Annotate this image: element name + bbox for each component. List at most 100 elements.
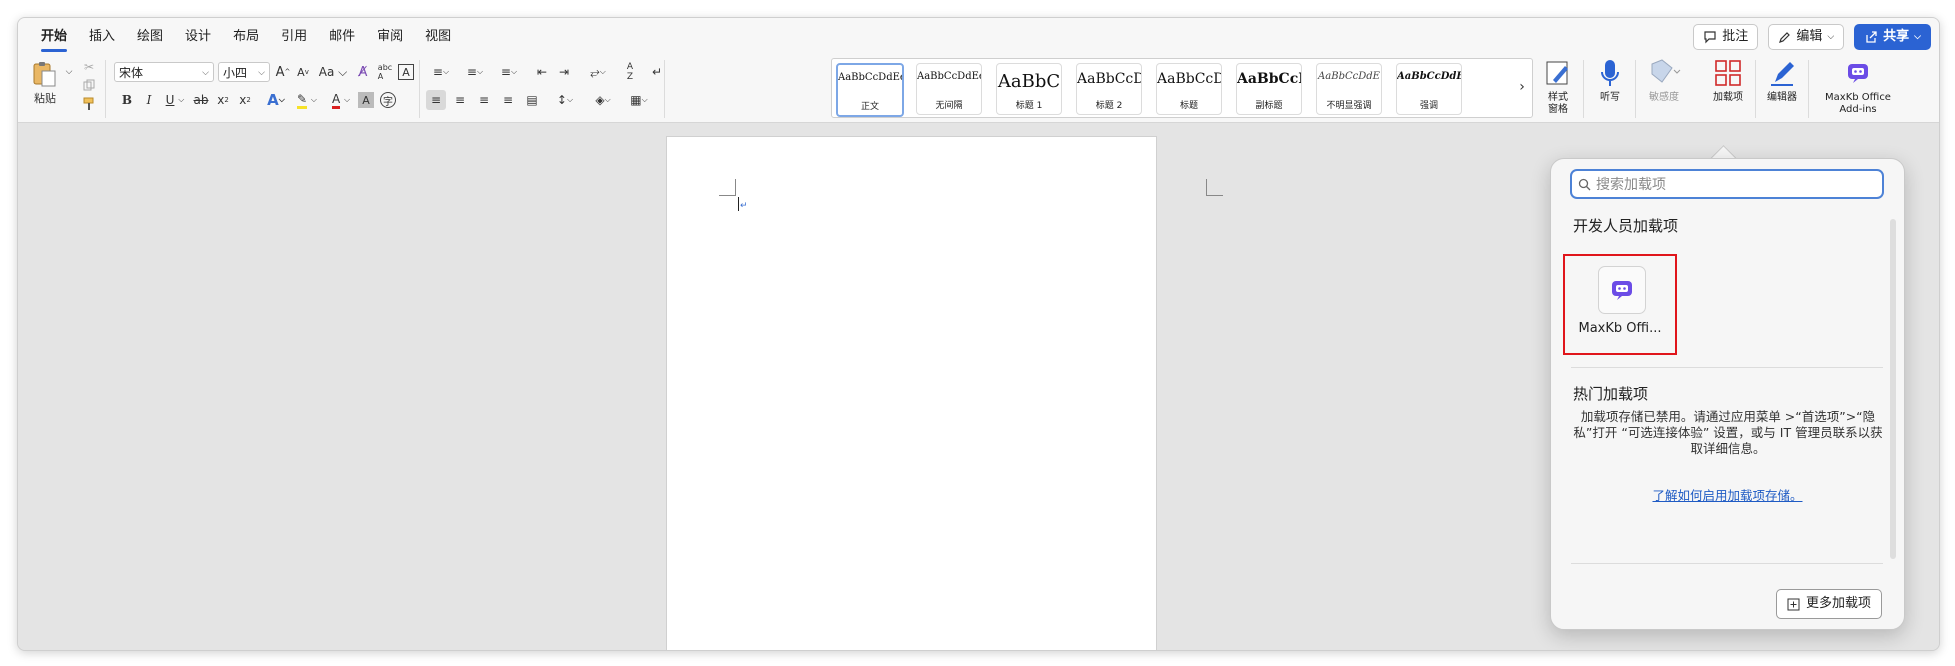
superscript-button[interactable]: x2: [236, 90, 254, 110]
style-card[interactable]: AaBbCcD 标题 2: [1076, 63, 1142, 115]
decrease-indent-icon[interactable]: ⇤: [533, 62, 551, 82]
strikethrough-button[interactable]: ab: [192, 90, 210, 110]
align-right-button[interactable]: ≡: [474, 90, 494, 110]
tab-7[interactable]: 审阅: [366, 26, 414, 48]
more-addins-button[interactable]: 更多加载项: [1775, 589, 1882, 619]
style-name: 不明显强调: [1326, 101, 1372, 111]
enclose-characters-icon[interactable]: 字: [380, 92, 396, 108]
bullets-icon[interactable]: ≡ ⌵: [426, 62, 456, 82]
style-sample: AaBbCcD: [1237, 71, 1301, 87]
distributed-button[interactable]: ▤: [522, 90, 542, 110]
style-card[interactable]: AaBbCcD 标题: [1156, 63, 1222, 115]
borders-icon[interactable]: ▦ ⌵: [624, 90, 654, 110]
asian-layout-icon[interactable]: ⥂ ⌵: [583, 62, 613, 82]
top-right-actions: 批注 编辑 ⌵ 共享 ⌵: [1693, 24, 1931, 50]
crop-mark-right: [1206, 179, 1223, 196]
style-card[interactable]: AaBbCcDdE 不明显强调: [1316, 63, 1382, 115]
font-size-value: 小四: [223, 66, 248, 80]
editor-label: 编辑器: [1767, 92, 1797, 103]
line-spacing-icon[interactable]: ↕ ⌵: [550, 90, 580, 110]
section-divider: [1571, 367, 1883, 368]
align-center-button[interactable]: ≡: [450, 90, 470, 110]
document-page[interactable]: ↵: [666, 136, 1223, 650]
chevron-down-icon: ⌵: [1914, 32, 1921, 42]
tab-3[interactable]: 设计: [174, 26, 222, 48]
style-name: 副标题: [1255, 101, 1283, 111]
style-name: 标题: [1179, 101, 1198, 111]
format-painter-icon[interactable]: [80, 95, 98, 113]
italic-button[interactable]: I: [140, 90, 158, 110]
enable-store-link[interactable]: 了解如何启用加载项存储。: [1551, 485, 1904, 504]
tab-4[interactable]: 布局: [222, 26, 270, 48]
sort-icon[interactable]: AZ: [621, 62, 639, 82]
editing-label: 编辑: [1796, 29, 1823, 44]
shading-icon[interactable]: ◈ ⌵: [588, 90, 618, 110]
subscript-button[interactable]: x2: [214, 90, 232, 110]
addins-search-box[interactable]: [1570, 169, 1884, 199]
styles-pane-button[interactable]: 样式 窗格: [1538, 58, 1578, 118]
tab-1[interactable]: 插入: [78, 26, 126, 48]
multilevel-list-icon[interactable]: ≡ ⌵: [494, 62, 524, 82]
tab-8[interactable]: 视图: [414, 26, 462, 48]
comments-button[interactable]: 批注: [1693, 24, 1759, 50]
justify-button[interactable]: ≡: [498, 90, 518, 110]
addins-grid-icon: [1715, 60, 1741, 86]
cut-icon[interactable]: ✂: [80, 58, 98, 76]
text-effects-icon[interactable]: A ⌵: [262, 90, 290, 110]
ribbon: 开始 插入 绘图 设计 布局 引用 邮件 审阅 视图 批注 编辑 ⌵ 共享 ⌵ ⌵ 粘贴 ✂: [18, 18, 1939, 123]
font-name-select[interactable]: 宋体 ⌵: [114, 62, 214, 82]
tab-0[interactable]: 开始: [30, 26, 78, 52]
maxkb-addin-card[interactable]: MaxKb Offi...: [1563, 254, 1677, 355]
maxkb-addin-tile[interactable]: [1598, 266, 1646, 314]
style-name: 标题 2: [1095, 101, 1123, 111]
font-size-select[interactable]: 小四 ⌵: [218, 62, 270, 82]
paste-button[interactable]: [28, 60, 62, 88]
style-card[interactable]: AaBbCcDdEe 无间隔: [916, 63, 982, 115]
change-case-icon[interactable]: Aa ⌵: [318, 62, 348, 82]
addins-search-input[interactable]: [1594, 174, 1868, 196]
style-card[interactable]: AaBbCcD 副标题: [1236, 63, 1302, 115]
shrink-font-icon[interactable]: Av: [294, 62, 312, 82]
share-label: 共享: [1883, 29, 1910, 44]
tab-6[interactable]: 邮件: [318, 26, 366, 48]
sensitivity-button[interactable]: 敏感度: [1641, 58, 1687, 118]
dictate-button[interactable]: 听写: [1590, 58, 1630, 118]
style-card[interactable]: AaBbCcDdEe 正文: [836, 63, 904, 117]
share-button[interactable]: 共享 ⌵: [1854, 24, 1931, 50]
style-name: 无间隔: [935, 101, 963, 111]
gallery-next-icon[interactable]: ›: [1515, 77, 1529, 97]
bold-button[interactable]: B: [118, 90, 136, 110]
editor-button[interactable]: 编辑器: [1762, 58, 1802, 118]
style-sample: AaBbCcDdE: [1318, 71, 1380, 82]
increase-indent-icon[interactable]: ⇥: [555, 62, 573, 82]
ribbon-tabs: 开始 插入 绘图 设计 布局 引用 邮件 审阅 视图: [30, 26, 462, 52]
highlight-color-icon[interactable]: ✎ ⌵: [292, 90, 322, 110]
style-sample: AaBbCcD: [1157, 71, 1221, 87]
clear-formatting-icon[interactable]: A̸: [354, 62, 372, 82]
style-card[interactable]: AaBbCcDdE 强调: [1396, 63, 1462, 115]
maxkb-robot-icon: [1848, 64, 1868, 83]
comments-label: 批注: [1722, 29, 1749, 44]
font-color-icon[interactable]: A ⌵: [326, 90, 356, 110]
copy-icon[interactable]: [80, 76, 98, 94]
phonetic-guide-icon[interactable]: abc A: [376, 62, 394, 82]
tab-5[interactable]: 引用: [270, 26, 318, 48]
tab-2[interactable]: 绘图: [126, 26, 174, 48]
more-addins-label: 更多加载项: [1805, 596, 1871, 611]
style-name: 标题 1: [1015, 101, 1043, 111]
grow-font-icon[interactable]: A ^: [274, 62, 292, 82]
numbering-icon[interactable]: ≡ ⌵: [460, 62, 490, 82]
align-left-button[interactable]: ≡: [426, 90, 446, 110]
popular-addins-heading: 热门加载项: [1573, 385, 1649, 403]
style-card[interactable]: AaBbC 标题 1: [996, 63, 1062, 115]
style-name: 强调: [1419, 101, 1438, 111]
character-border-icon[interactable]: A: [398, 64, 414, 80]
maxkb-addin-button[interactable]: MaxKb Office Add-ins: [1818, 58, 1898, 118]
underline-button[interactable]: U ⌵: [162, 90, 188, 110]
character-shading-icon[interactable]: A: [358, 92, 374, 108]
panel-scrollbar[interactable]: [1890, 219, 1896, 559]
addins-button[interactable]: 加载项: [1706, 58, 1750, 118]
paragraph-mark-icon: ↵: [740, 201, 748, 211]
editing-mode-button[interactable]: 编辑 ⌵: [1768, 24, 1845, 50]
paste-options-chevron[interactable]: ⌵: [64, 66, 74, 78]
